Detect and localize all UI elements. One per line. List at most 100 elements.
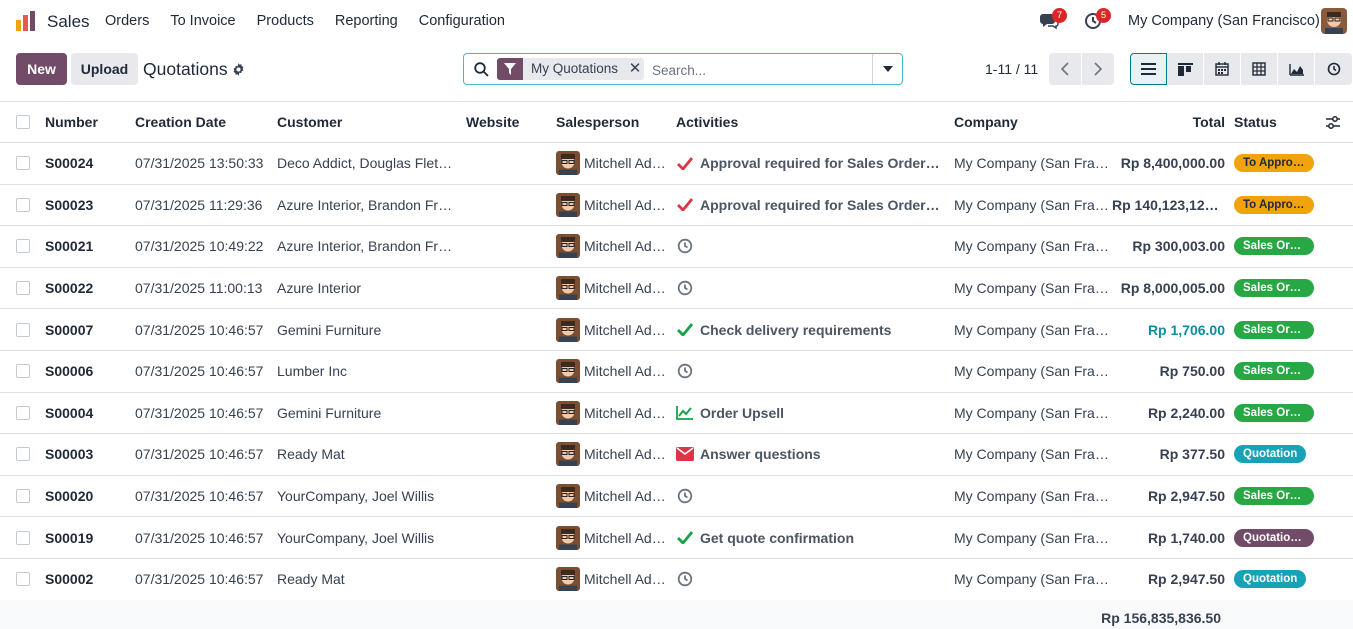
clock-icon: [1327, 62, 1340, 76]
clock-icon[interactable]: [676, 362, 694, 380]
activity-cell[interactable]: Order Upsell: [676, 393, 941, 434]
salesperson-cell[interactable]: Mitchell Admin: [556, 268, 668, 309]
row-checkbox[interactable]: [16, 239, 30, 254]
row-checkbox[interactable]: [16, 281, 30, 296]
table-row[interactable]: S00021 07/31/2025 10:49:22 Azure Interio…: [0, 226, 1353, 268]
envelope-icon[interactable]: [676, 445, 694, 463]
optional-columns-icon[interactable]: [1326, 116, 1340, 129]
company-name: My Company (San Francisco): [954, 321, 1110, 338]
salesperson-cell[interactable]: Mitchell Admin: [556, 476, 668, 517]
pivot-view-button[interactable]: [1241, 53, 1278, 85]
salesperson-cell[interactable]: Mitchell Admin: [556, 434, 668, 475]
salesperson-cell[interactable]: Mitchell Admin: [556, 185, 668, 226]
activity-cell[interactable]: [676, 226, 941, 267]
new-button[interactable]: New: [16, 53, 67, 85]
column-header-company[interactable]: Company: [954, 102, 1110, 142]
calendar-icon: [1215, 62, 1229, 76]
company-name: My Company (San Francisco): [954, 238, 1110, 255]
pager-next-button[interactable]: [1082, 53, 1114, 85]
table-row[interactable]: S00023 07/31/2025 11:29:36 Azure Interio…: [0, 185, 1353, 227]
activity-cell[interactable]: [676, 268, 941, 309]
salesperson-cell[interactable]: Mitchell Admin: [556, 143, 668, 184]
graph-view-button[interactable]: [1278, 53, 1315, 85]
clock-icon[interactable]: [676, 487, 694, 505]
row-checkbox[interactable]: [16, 405, 30, 420]
table-row[interactable]: S00006 07/31/2025 10:46:57 Lumber Inc Mi…: [0, 351, 1353, 393]
creation-date: 07/31/2025 11:00:13: [135, 280, 263, 297]
column-header-number[interactable]: Number: [45, 102, 130, 142]
user-avatar[interactable]: [1321, 8, 1347, 34]
column-header-creation-date[interactable]: Creation Date: [135, 102, 270, 142]
menu-item-orders[interactable]: Orders: [105, 13, 149, 29]
order-number: S00021: [45, 238, 94, 255]
gear-icon[interactable]: [232, 63, 245, 76]
order-number: S00023: [45, 196, 94, 213]
clock-icon[interactable]: [676, 237, 694, 255]
activity-cell[interactable]: Approval required for Sales Order S00024: [676, 143, 941, 184]
row-checkbox[interactable]: [16, 197, 30, 212]
check-icon[interactable]: [676, 321, 694, 339]
table-row[interactable]: S00020 07/31/2025 10:46:57 YourCompany, …: [0, 476, 1353, 518]
row-checkbox[interactable]: [16, 322, 30, 337]
menu-item-products[interactable]: Products: [257, 13, 314, 29]
row-checkbox[interactable]: [16, 156, 30, 171]
table-row[interactable]: S00022 07/31/2025 11:00:13 Azure Interio…: [0, 268, 1353, 310]
menu-item-reporting[interactable]: Reporting: [335, 13, 398, 29]
upload-button[interactable]: Upload: [71, 53, 138, 85]
salesperson-cell[interactable]: Mitchell Admin: [556, 517, 668, 558]
table-row[interactable]: S00003 07/31/2025 10:46:57 Ready Mat Mit…: [0, 434, 1353, 476]
salesperson-cell[interactable]: Mitchell Admin: [556, 226, 668, 267]
row-checkbox[interactable]: [16, 489, 30, 504]
facet-label: My Quotations: [531, 61, 619, 76]
menu-item-configuration[interactable]: Configuration: [419, 13, 505, 29]
salesperson-cell[interactable]: Mitchell Admin: [556, 393, 668, 434]
calendar-view-button[interactable]: [1204, 53, 1241, 85]
activity-view-button[interactable]: [1315, 53, 1352, 85]
table-row[interactable]: S00019 07/31/2025 10:46:57 YourCompany, …: [0, 517, 1353, 559]
activity-cell[interactable]: [676, 351, 941, 392]
app-name[interactable]: Sales: [47, 12, 90, 32]
check-icon[interactable]: [676, 529, 694, 547]
clock-icon[interactable]: [676, 279, 694, 297]
column-header-activities[interactable]: Activities: [676, 102, 941, 142]
order-number: S00002: [45, 571, 94, 588]
select-all-checkbox[interactable]: [16, 115, 30, 129]
sales-app-icon[interactable]: [15, 10, 37, 32]
row-checkbox[interactable]: [16, 530, 30, 545]
salesperson-cell[interactable]: Mitchell Admin: [556, 559, 668, 600]
column-header-customer[interactable]: Customer: [277, 102, 457, 142]
activity-cell[interactable]: Get quote confirmation: [676, 517, 941, 558]
salesperson-cell[interactable]: Mitchell Admin: [556, 309, 668, 350]
column-header-status[interactable]: Status: [1234, 102, 1324, 142]
column-header-website[interactable]: Website: [466, 102, 546, 142]
search-options-toggle[interactable]: [872, 54, 902, 84]
check-icon[interactable]: [676, 154, 694, 172]
search-icon[interactable]: [474, 62, 489, 77]
column-header-total[interactable]: Total: [1112, 102, 1225, 142]
pager-previous-button[interactable]: [1049, 53, 1081, 85]
menu-item-to-invoice[interactable]: To Invoice: [170, 13, 235, 29]
column-header-salesperson[interactable]: Salesperson: [556, 102, 668, 142]
salesperson-cell[interactable]: Mitchell Admin: [556, 351, 668, 392]
remove-facet-icon[interactable]: ✕: [626, 58, 644, 80]
activity-cell[interactable]: Approval required for Sales Order S00023: [676, 185, 941, 226]
table-row[interactable]: S00004 07/31/2025 10:46:57 Gemini Furnit…: [0, 393, 1353, 435]
list-view-button[interactable]: [1130, 53, 1167, 85]
search-input[interactable]: [652, 60, 862, 80]
pager-value[interactable]: 1-11 / 11: [985, 61, 1038, 77]
row-checkbox[interactable]: [16, 447, 30, 462]
row-checkbox[interactable]: [16, 364, 30, 379]
activity-cell[interactable]: [676, 476, 941, 517]
check-icon[interactable]: [676, 196, 694, 214]
activity-cell[interactable]: Answer questions: [676, 434, 941, 475]
chart-line-icon[interactable]: [676, 404, 694, 422]
company-switcher[interactable]: My Company (San Francisco): [1128, 13, 1320, 29]
clock-icon[interactable]: [676, 570, 694, 588]
table-row[interactable]: S00007 07/31/2025 10:46:57 Gemini Furnit…: [0, 309, 1353, 351]
table-row[interactable]: S00024 07/31/2025 13:50:33 Deco Addict, …: [0, 143, 1353, 185]
activity-cell[interactable]: [676, 559, 941, 600]
kanban-view-button[interactable]: [1167, 53, 1204, 85]
table-row[interactable]: S00002 07/31/2025 10:46:57 Ready Mat Mit…: [0, 559, 1353, 601]
row-checkbox[interactable]: [16, 572, 30, 587]
activity-cell[interactable]: Check delivery requirements: [676, 309, 941, 350]
